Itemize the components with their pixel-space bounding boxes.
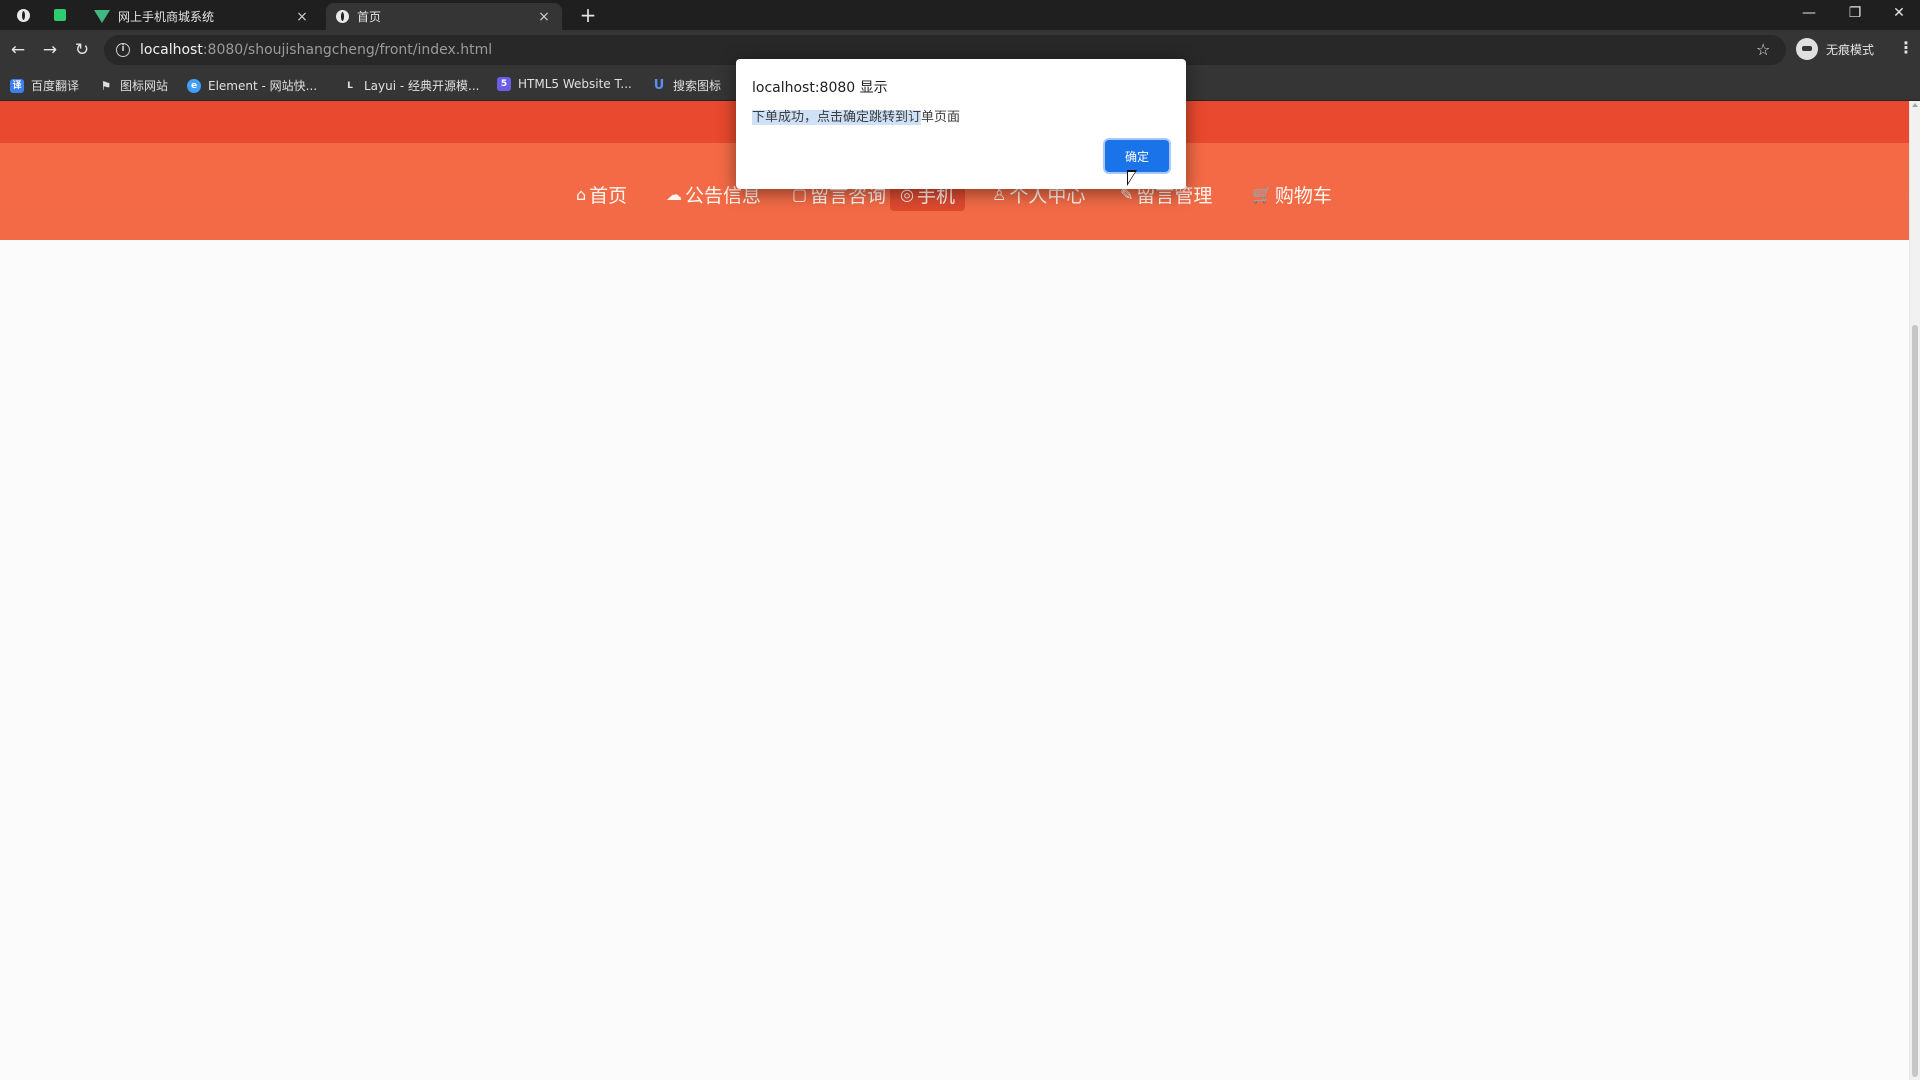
cloud-icon: ☁ [666,184,682,204]
browser-menu-icon[interactable]: ⋮ [1898,38,1914,57]
close-window-button[interactable]: ✕ [1876,0,1920,30]
globe-icon [336,10,349,23]
bookmark-label: HTML5 Website T... [518,77,632,91]
bookmark-label: 搜索图标 [673,79,722,93]
confirm-button[interactable]: 确定 [1105,140,1169,172]
layui-icon: L [347,80,353,91]
page-scrollbar[interactable] [1909,101,1920,1080]
bookmark-label: Layui - 经典开源模... [364,79,480,93]
maximize-button[interactable]: ❐ [1832,0,1878,30]
back-button[interactable]: ← [6,38,30,62]
html5-icon: 5 [497,77,511,91]
nav-label: 首页 [589,184,628,207]
dialog-title: localhost:8080 显示 [752,80,888,96]
bookmark-baidu-translate[interactable]: 译 百度翻译 [10,77,79,94]
tab-title: 首页 [357,10,382,24]
vue-logo-icon [94,10,110,23]
nav-home[interactable]: ⌂ 首页 [576,177,627,211]
tab-home[interactable]: 首页 × [326,3,562,30]
incognito-icon [1796,38,1818,60]
app-icon [54,9,66,21]
url-host: localhost [140,42,203,58]
site-info-icon[interactable]: i [116,43,130,57]
element-icon: e [187,78,201,93]
bookmark-label: 百度翻译 [31,79,80,93]
pinned-tab-1[interactable] [8,4,38,26]
dialog-message-selected: 下单成功，点击确定跳转到订 [752,110,922,125]
bookmark-element[interactable]: e Element - 网站快... [187,77,317,94]
tab-title: 网上手机商城系统 [118,10,215,24]
incognito-profile[interactable]: 无痕模式 [1796,38,1874,60]
flag-icon: ⚑ [100,78,112,93]
minimize-button[interactable]: — [1786,0,1832,30]
cart-icon: 🛒 [1252,184,1272,204]
nav-label: 购物车 [1274,184,1332,207]
nav-shopping-cart[interactable]: 🛒 购物车 [1252,177,1332,211]
bookmark-icon-site[interactable]: ⚑ 图标网站 [99,77,168,94]
book-icon: U [653,77,665,93]
dialog-message-rest: 单页面 [921,110,961,125]
profile-label: 无痕模式 [1826,42,1875,57]
pinned-tab-2[interactable] [45,4,75,26]
bookmark-layui[interactable]: L Layui - 经典开源模... [343,77,479,94]
close-tab-icon[interactable]: × [536,9,552,25]
bookmark-label: 图标网站 [120,79,169,93]
bookmark-icon-search[interactable]: U 搜索图标 [652,77,721,94]
scroll-thumb[interactable] [1912,325,1918,1077]
scroll-up-icon[interactable] [1912,103,1918,107]
reload-button[interactable]: ↻ [70,38,94,62]
dialog-message: 下单成功，点击确定跳转到订单页面 [752,106,960,125]
close-tab-icon[interactable]: × [294,9,310,25]
translate-icon: 译 [10,78,24,93]
tab-shop-system[interactable]: 网上手机商城系统 × [84,3,320,30]
alert-dialog: localhost:8080 显示 下单成功，点击确定跳转到订单页面 确定 [736,59,1186,189]
bookmark-html5-templates[interactable]: 5 HTML5 Website T... [497,77,632,91]
globe-icon [16,8,30,22]
url-path: :8080/shoujishangcheng/front/index.html [202,42,493,58]
home-icon: ⌂ [576,184,587,204]
new-tab-button[interactable]: + [576,3,600,27]
mouse-cursor-icon [1127,170,1137,186]
bookmark-label: Element - 网站快... [208,79,318,93]
page-viewport: ⌂ 首页 ☁ 公告信息 ▢ 留言咨询 ◎ 手机 ♙ 个人中心 ✎ 留言管理 🛒 … [0,101,1909,1080]
forward-button[interactable]: → [38,38,62,62]
tab-strip: 网上手机商城系统 × 首页 × + — ❐ ✕ [0,0,1920,30]
bookmark-star-icon[interactable]: ☆ [1756,40,1770,59]
